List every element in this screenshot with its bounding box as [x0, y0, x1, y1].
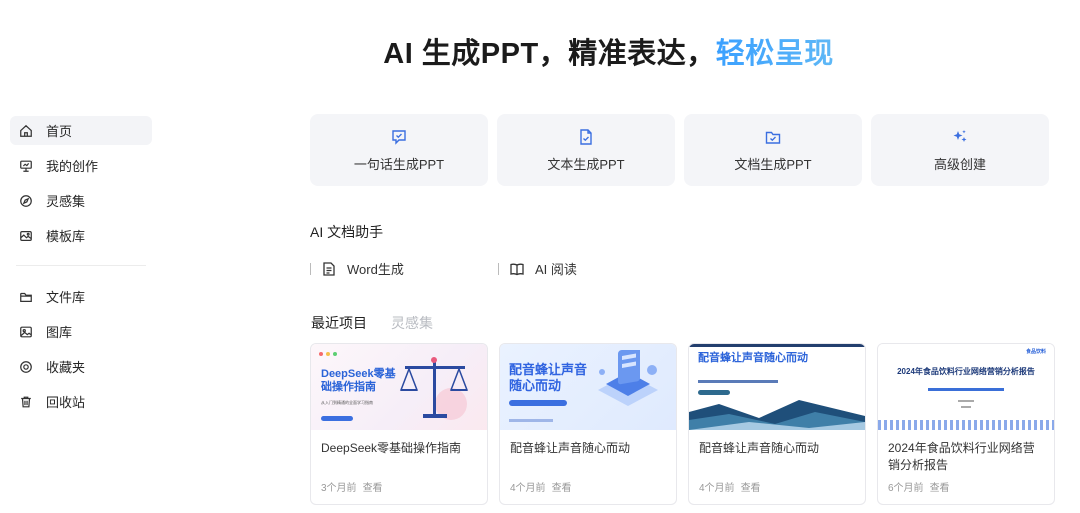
headline-main: AI 生成PPT，精准表达， — [383, 38, 716, 70]
project-name: 配音蜂让声音随心而动 — [510, 441, 631, 455]
thumbnail-topbar — [689, 344, 865, 347]
device-illustration — [598, 350, 658, 406]
sidebar-item-home[interactable]: 首页 — [10, 116, 152, 145]
project-card[interactable]: 配音蜂让声音随心而动 配音蜂让声音随心而动 4个月前 查看 — [688, 343, 866, 505]
thumbnail-footer — [509, 419, 553, 422]
word-doc-icon — [321, 261, 337, 277]
thumbnail-line — [961, 406, 971, 408]
ai-reading-button[interactable]: AI 阅读 — [498, 259, 577, 278]
sidebar-item-inspiration[interactable]: 灵感集 — [10, 186, 152, 215]
project-thumbnail: 配音蜂让声音随心而动 — [689, 344, 865, 430]
helper-label: AI 阅读 — [535, 262, 577, 277]
action-label: 文本生成PPT — [547, 156, 625, 172]
sidebar-divider — [16, 265, 146, 266]
thumbnail-subtitle — [698, 380, 778, 383]
project-time: 4个月前 — [510, 483, 546, 494]
doc-helper-title: AI 文档助手 — [310, 224, 384, 240]
project-card[interactable]: DeepSeek零基础操作指南 从入门到精通的全面学习指南 DeepSeek零基… — [310, 343, 488, 505]
sidebar-item-label: 回收站 — [46, 395, 86, 410]
sidebar-item-favorites[interactable]: 收藏夹 — [10, 352, 152, 381]
scale-illustration — [399, 357, 469, 420]
project-meta: 3个月前 查看 — [321, 479, 389, 494]
sidebar-item-label: 首页 — [46, 124, 73, 139]
sidebar-item-files[interactable]: 文件库 — [10, 282, 152, 311]
compass-icon — [19, 194, 33, 208]
sidebar-item-my-creations[interactable]: 我的创作 — [10, 151, 152, 180]
presentation-icon — [19, 159, 33, 173]
thumbnail-button — [509, 400, 567, 406]
project-meta: 4个月前 查看 — [510, 479, 578, 494]
window-dots — [319, 352, 337, 356]
sidebar: 首页 我的创作 灵感集 模板库 文件库 图库 收藏夹 回收站 — [10, 116, 152, 422]
thumbnail-title: 配音蜂让声音随心而动 — [698, 352, 808, 364]
project-tabs: 最近项目 灵感集 — [311, 313, 433, 333]
word-generate-button[interactable]: Word生成 — [310, 259, 498, 278]
sidebar-item-label: 灵感集 — [46, 194, 86, 209]
project-thumbnail: 配音蜂让声音随心而动 — [500, 344, 676, 430]
sidebar-item-label: 收藏夹 — [46, 360, 86, 375]
template-icon — [19, 229, 33, 243]
sidebar-item-label: 文件库 — [46, 290, 86, 305]
doc-helper-list: Word生成 AI 阅读 — [310, 259, 577, 278]
view-link[interactable]: 查看 — [363, 483, 383, 494]
tab-inspiration[interactable]: 灵感集 — [391, 313, 433, 333]
action-label: 一句话生成PPT — [353, 156, 445, 172]
project-time: 6个月前 — [888, 483, 924, 494]
project-time: 3个月前 — [321, 483, 357, 494]
project-card[interactable]: 配音蜂让声音随心而动 配音蜂让声音随心而动 4个月前 查看 — [499, 343, 677, 505]
project-name: DeepSeek零基础操作指南 — [321, 441, 462, 455]
tab-recent-projects[interactable]: 最近项目 — [311, 313, 367, 333]
create-actions: 一句话生成PPT 文本生成PPT 文档生成PPT 高级创建 — [310, 114, 1049, 186]
sidebar-item-templates[interactable]: 模板库 — [10, 221, 152, 250]
book-icon — [509, 261, 525, 277]
action-label: 高级创建 — [933, 156, 986, 172]
headline-accent: 轻松呈现 — [715, 38, 834, 70]
page-headline: AI 生成PPT，精准表达，轻松呈现 — [0, 30, 1080, 72]
sidebar-item-gallery[interactable]: 图库 — [10, 317, 152, 346]
project-meta: 4个月前 查看 — [699, 479, 767, 494]
one-sentence-ppt-button[interactable]: 一句话生成PPT — [310, 114, 488, 186]
thumbnail-subtitle: 从入门到精通的全面学习指南 — [321, 400, 373, 405]
sidebar-item-label: 我的创作 — [46, 159, 99, 174]
project-list: DeepSeek零基础操作指南 从入门到精通的全面学习指南 DeepSeek零基… — [310, 343, 1055, 505]
project-name: 2024年食品饮料行业网络营销分析报告 — [888, 441, 1035, 472]
chat-check-icon — [390, 128, 408, 146]
text-to-ppt-button[interactable]: 文本生成PPT — [497, 114, 675, 186]
mountain-illustration — [689, 400, 865, 430]
thumbnail-logo: 食品饮料 — [1025, 349, 1046, 355]
project-thumbnail: 食品饮料 2024年食品饮料行业网络营销分析报告 — [878, 344, 1054, 430]
helper-label: Word生成 — [347, 262, 404, 277]
document-check-icon — [577, 128, 595, 146]
favorite-icon — [19, 360, 33, 374]
folder-icon — [19, 290, 33, 304]
project-meta: 6个月前 查看 — [888, 479, 956, 494]
thumbnail-button — [321, 416, 353, 421]
trash-icon — [19, 395, 33, 409]
thumbnail-title: DeepSeek零基础操作指南 — [321, 368, 396, 393]
sidebar-item-trash[interactable]: 回收站 — [10, 387, 152, 416]
advanced-create-button[interactable]: 高级创建 — [871, 114, 1049, 186]
sidebar-item-label: 模板库 — [46, 229, 86, 244]
divider — [498, 262, 499, 275]
thumbnail-title: 2024年食品饮料行业网络营销分析报告 — [897, 367, 1035, 376]
action-label: 文档生成PPT — [734, 156, 812, 172]
thumbnail-line — [958, 400, 974, 402]
divider — [310, 262, 311, 275]
thumbnail-subtitle — [928, 388, 1004, 391]
home-icon — [19, 124, 33, 138]
sidebar-item-label: 图库 — [46, 325, 73, 340]
view-link[interactable]: 查看 — [930, 483, 950, 494]
thumbnail-title: 配音蜂让声音随心而动 — [509, 362, 588, 393]
thumbnail-pattern — [878, 420, 1054, 430]
project-thumbnail: DeepSeek零基础操作指南 从入门到精通的全面学习指南 — [311, 344, 487, 430]
view-link[interactable]: 查看 — [741, 483, 761, 494]
view-link[interactable]: 查看 — [552, 483, 572, 494]
project-time: 4个月前 — [699, 483, 735, 494]
project-name: 配音蜂让声音随心而动 — [699, 441, 820, 455]
image-icon — [19, 325, 33, 339]
document-to-ppt-button[interactable]: 文档生成PPT — [684, 114, 862, 186]
project-card[interactable]: 食品饮料 2024年食品饮料行业网络营销分析报告 2024年食品饮料行业网络营销… — [877, 343, 1055, 505]
sparkle-icon — [951, 128, 969, 146]
folder-check-icon — [764, 128, 782, 146]
